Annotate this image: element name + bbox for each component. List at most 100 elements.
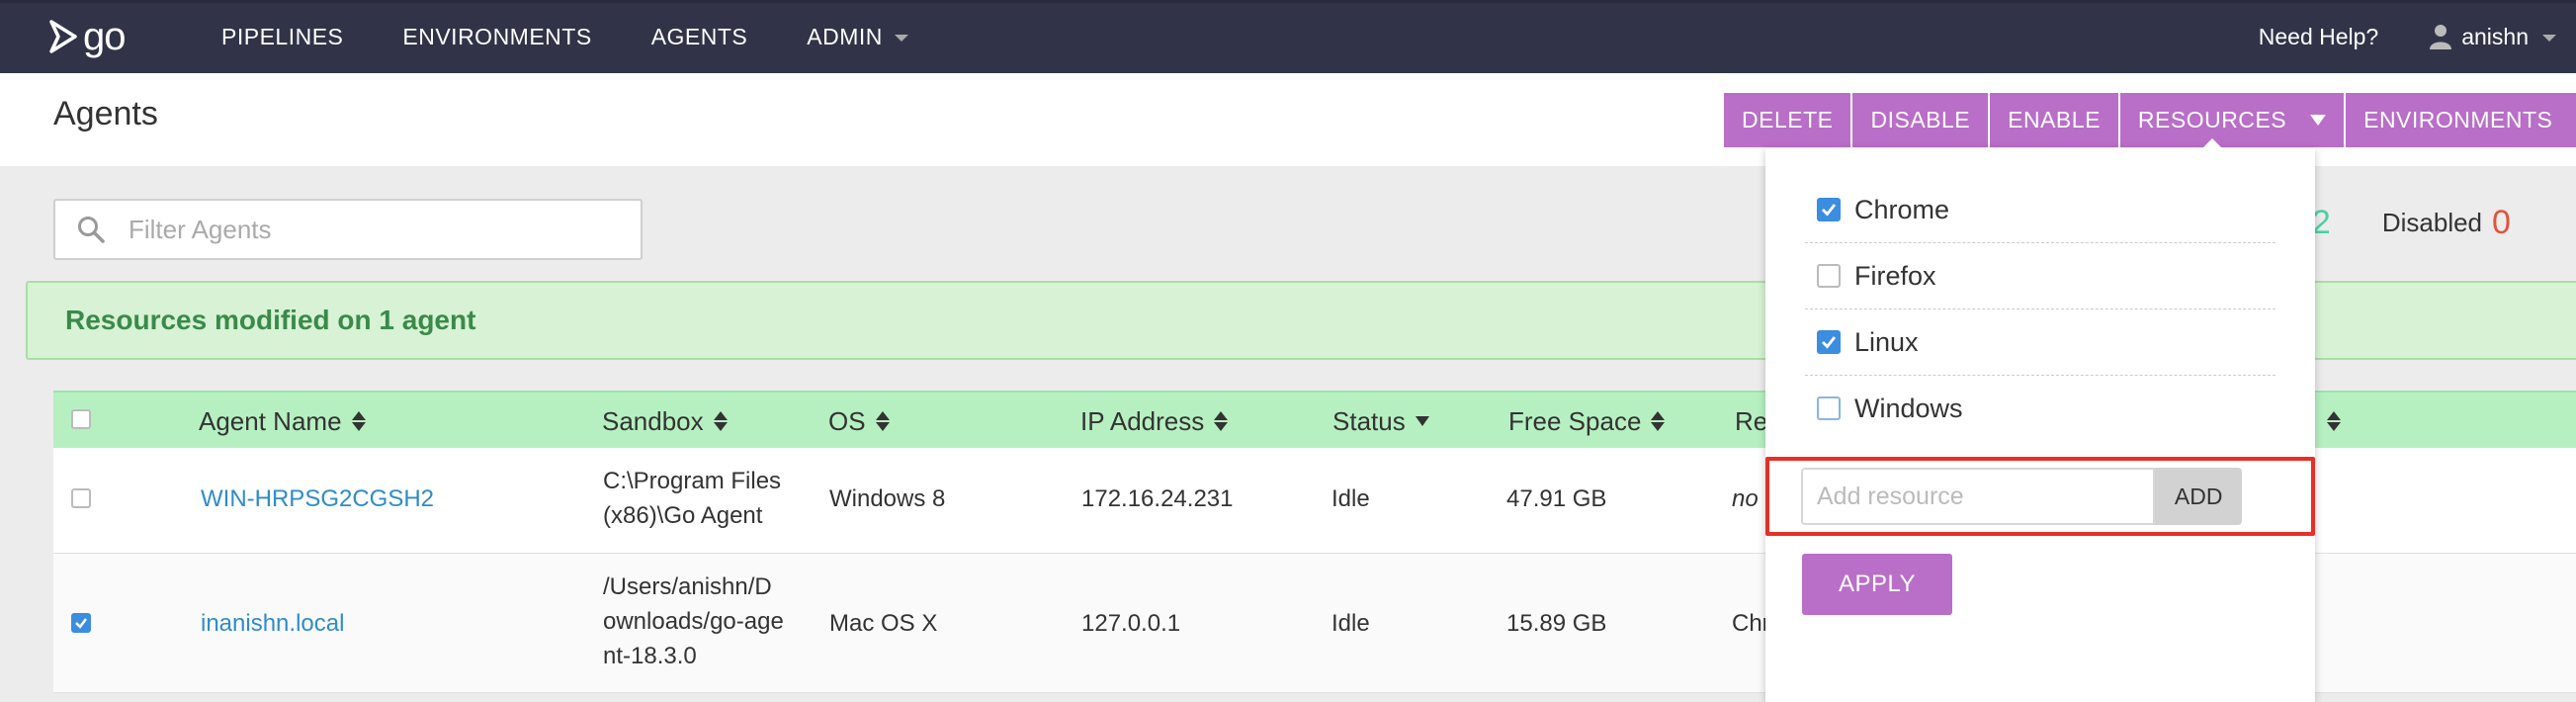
col-resources[interactable]: Re [1735,393,1767,450]
top-nav: go PIPELINES ENVIRONMENTS AGENTS ADMIN N… [0,0,2576,73]
resource-label: Linux [1854,326,1919,357]
flash-message: Resources modified on 1 agent [65,305,476,335]
resource-checkbox[interactable] [1817,330,1841,354]
filter-input[interactable] [127,213,605,246]
caret-down-icon [2310,115,2327,126]
row-checkbox[interactable] [71,613,91,633]
sandbox-line: nt-18.3.0 [603,643,697,669]
check-icon [1822,204,1837,217]
os-cell: Windows 8 [829,485,946,512]
nav-environments[interactable]: ENVIRONMENTS [402,24,591,50]
col-free-space[interactable]: Free Space [1508,393,1666,450]
disabled-label: Disabled [2381,207,2483,237]
sort-desc-icon [1415,416,1429,426]
resource-label: Firefox [1854,260,1936,291]
col-ip-address[interactable]: IP Address [1080,393,1229,450]
username: anishn [2461,23,2529,49]
ip-cell: 127.0.0.1 [1081,610,1181,637]
col-sandbox[interactable]: Sandbox [602,393,728,450]
chevron-down-icon [2542,35,2556,42]
sort-icon [875,411,890,431]
filter-agents [53,199,643,260]
apply-button[interactable]: APPLY [1802,554,1952,615]
resource-item-firefox[interactable]: Firefox [1805,243,2275,309]
nav-right: Need Help? anishn [2259,0,2556,73]
button-label: DISABLE [1870,107,1971,132]
row-checkbox[interactable] [71,488,91,508]
nav-pipelines[interactable]: PIPELINES [221,24,343,50]
sandbox-line: (x86)\Go Agent [603,502,763,529]
page-title: Agents [53,95,158,132]
agent-name-link[interactable]: inanishn.local [201,606,344,641]
resource-item-linux[interactable]: Linux [1805,309,2275,376]
sort-icon [2327,411,2341,431]
resources-cell: Chr [1732,610,1770,637]
enable-button[interactable]: ENABLE [1990,93,2120,147]
main-nav: PIPELINES ENVIRONMENTS AGENTS ADMIN [221,0,968,73]
sandbox-line: ownloads/go-age [603,608,784,635]
nav-label: ENVIRONMENTS [402,23,592,49]
disabled-count: 0 [2492,203,2511,241]
sandbox-cell: /Users/anishn/D ownloads/go-age nt-18.3.… [603,570,784,673]
resource-item-chrome[interactable]: Chrome [1805,177,2275,243]
col-label: Sandbox [602,405,704,436]
sort-icon [713,411,728,431]
disable-button[interactable]: DISABLE [1852,93,1991,147]
user-icon [2430,25,2452,49]
col-environments-sort[interactable] [2317,393,2341,450]
need-help-link[interactable]: Need Help? [2259,24,2378,50]
search-icon [78,217,105,243]
os-cell: Mac OS X [829,610,938,637]
nav-label: ADMIN [807,23,883,49]
select-all-checkbox[interactable] [71,409,91,429]
button-label: ENABLE [2008,107,2101,132]
col-os[interactable]: OS [828,393,890,450]
sandbox-line: /Users/anishn/D [603,573,772,600]
chevron-down-icon [894,35,908,42]
status-cell: Idle [1331,485,1370,512]
dropdown-arrow [2200,138,2224,150]
nav-admin[interactable]: ADMIN [807,24,908,50]
col-label: OS [828,405,866,436]
logo-text: go [83,15,126,58]
col-label: Status [1332,405,1406,436]
resource-label: Chrome [1854,194,1950,224]
sort-icon [351,411,366,431]
sandbox-line: C:\Program Files [603,468,782,494]
highlight-box [1765,457,2315,536]
free-space-cell: 47.91 GB [1506,485,1607,512]
sort-icon [1651,411,1666,431]
nav-label: AGENTS [650,23,748,49]
environments-button[interactable]: ENVIRONMENTS [2346,93,2576,147]
resources-cell: no [1732,485,1759,512]
resource-item-windows[interactable]: Windows [1805,376,2275,441]
resource-label: Windows [1854,393,1963,423]
go-logo[interactable]: go [49,16,126,57]
col-status[interactable]: Status [1332,393,1429,450]
col-label: Re [1735,405,1768,436]
resource-checkbox[interactable] [1817,264,1841,288]
resources-dropdown: Chrome Firefox Linux Windows ADD APPLY [1765,138,2315,702]
button-label: RESOURCES [2137,107,2287,132]
user-menu[interactable]: anishn [2430,24,2556,50]
check-icon [75,618,87,629]
resources-button[interactable]: RESOURCES [2119,93,2347,147]
sandbox-cell: C:\Program Files (x86)\Go Agent [603,464,781,533]
col-label: Free Space [1508,405,1642,436]
col-agent-name[interactable]: Agent Name [199,393,366,450]
status-cell: Idle [1331,610,1370,637]
nav-label: PIPELINES [221,23,344,49]
check-icon [1822,336,1837,349]
nav-agents[interactable]: AGENTS [651,24,748,50]
button-label: DELETE [1742,107,1834,132]
free-space-cell: 15.89 GB [1506,610,1607,637]
agent-name-link[interactable]: WIN-HRPSG2CGSH2 [201,482,434,516]
resource-checkbox[interactable] [1817,396,1841,420]
ip-cell: 172.16.24.231 [1081,485,1234,512]
button-label: ENVIRONMENTS [2363,107,2553,132]
sort-icon [1214,411,1229,431]
delete-button[interactable]: DELETE [1724,93,1853,147]
agent-actions: DELETE DISABLE ENABLE RESOURCES ENVIRONM… [1724,93,2576,147]
resource-checkbox[interactable] [1817,198,1841,221]
go-logo-icon [49,20,77,53]
